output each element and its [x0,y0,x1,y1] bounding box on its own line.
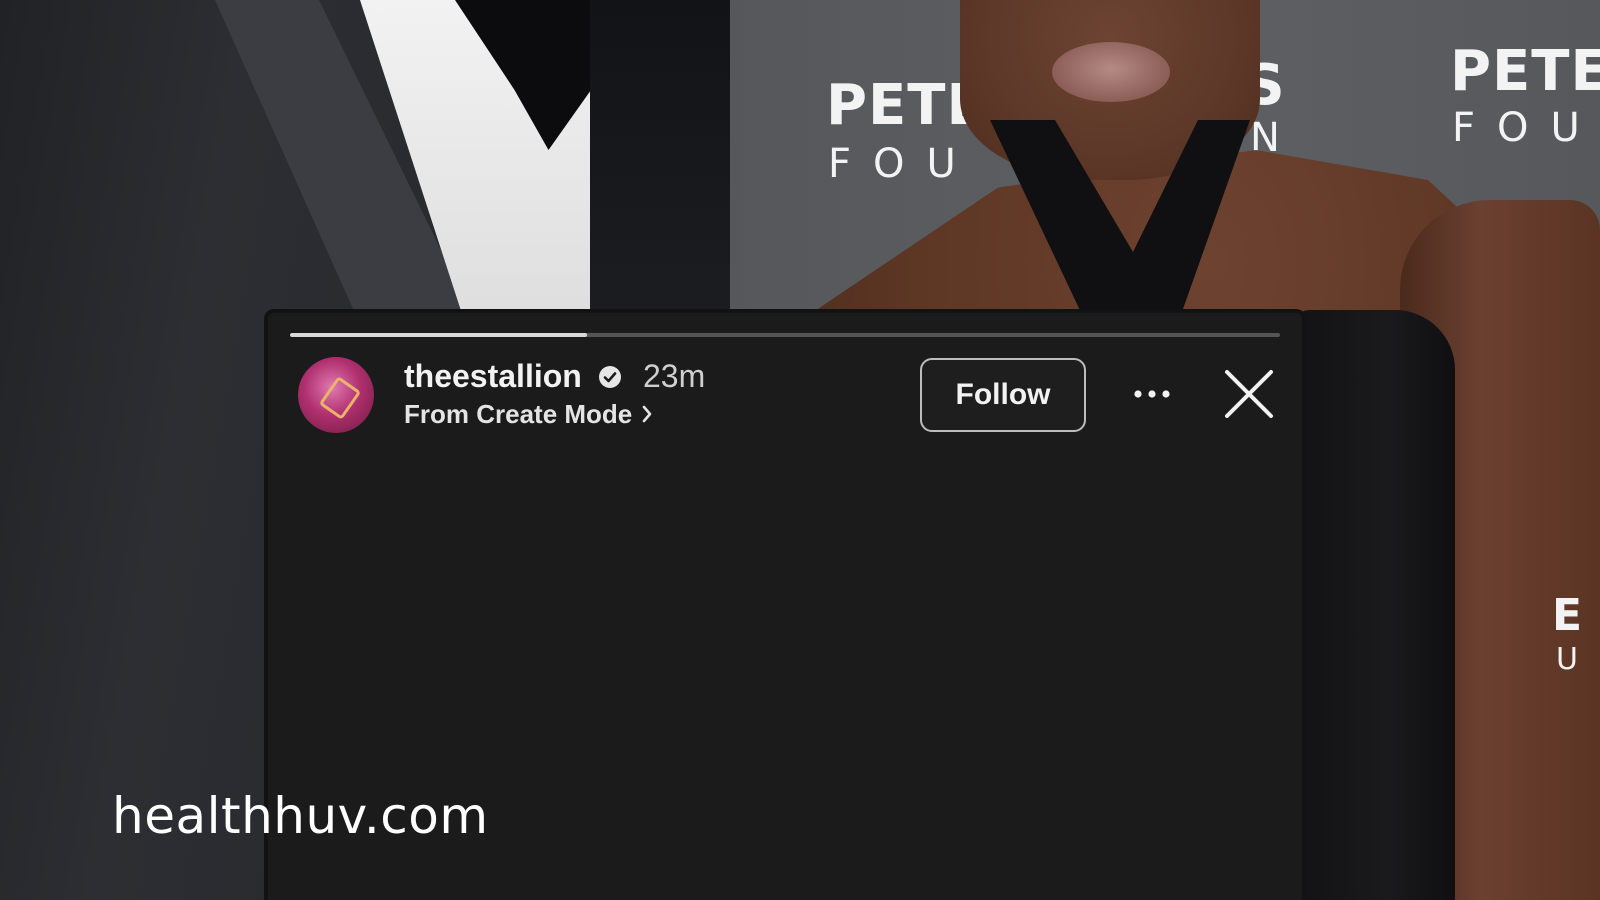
follow-button[interactable]: Follow [920,358,1086,432]
close-icon[interactable] [1222,367,1276,421]
background-photo-suit-right [590,0,740,320]
story-progress-fill [290,333,587,337]
story-progress-bar [290,333,1280,337]
backdrop-sponsor-text: U [1556,642,1600,677]
verified-badge-icon [599,366,621,388]
avatar-image [318,376,362,420]
chevron-right-icon [642,405,652,423]
profile-avatar[interactable] [298,357,374,433]
backdrop-sponsor-text: PETE [1450,39,1600,104]
background-photo-dress [1290,310,1455,900]
create-mode-label: From Create Mode [404,399,633,429]
screenshot-scene: PETE FOU AS N PETE FOU E U theestallion … [0,0,1600,900]
more-options-icon[interactable] [1130,379,1174,409]
backdrop-sponsor-text: E [1552,590,1584,641]
watermark-text: healthhuv.com [112,787,489,845]
backdrop-sponsor-text: FOU [1452,105,1600,151]
post-timestamp: 23m [643,358,706,394]
backdrop-sponsor-text: FOU [828,141,978,187]
background-photo-lips [1052,42,1170,102]
create-mode-link[interactable]: From Create Mode [404,397,652,431]
username-label[interactable]: theestallion [404,356,582,396]
